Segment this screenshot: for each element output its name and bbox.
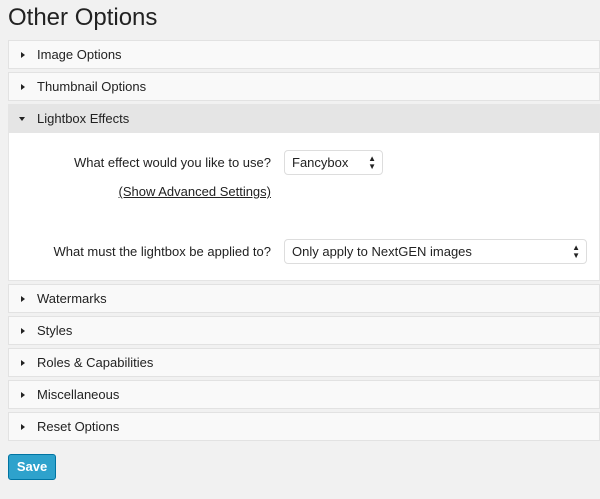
caret-right-icon bbox=[21, 52, 25, 58]
save-button[interactable]: Save bbox=[8, 454, 56, 480]
apply-select[interactable]: Only apply to NextGEN images ▲ ▼ bbox=[284, 239, 587, 264]
caret-right-icon bbox=[21, 84, 25, 90]
select-arrows-icon: ▲ ▼ bbox=[368, 154, 376, 171]
section-thumbnail-options[interactable]: Thumbnail Options bbox=[8, 72, 600, 101]
section-roles-capabilities[interactable]: Roles & Capabilities bbox=[8, 348, 600, 377]
caret-right-icon bbox=[21, 360, 25, 366]
select-arrows-icon: ▲ ▼ bbox=[572, 243, 580, 260]
section-label: Image Options bbox=[37, 47, 122, 62]
caret-right-icon bbox=[21, 424, 25, 430]
apply-select-value: Only apply to NextGEN images bbox=[292, 244, 472, 259]
apply-question-label: What must the lightbox be applied to? bbox=[53, 244, 271, 259]
effect-select[interactable]: Fancybox ▲ ▼ bbox=[284, 150, 383, 175]
section-label: Watermarks bbox=[37, 291, 107, 306]
caret-right-icon bbox=[21, 296, 25, 302]
section-label: Miscellaneous bbox=[37, 387, 120, 402]
section-styles[interactable]: Styles bbox=[8, 316, 600, 345]
section-lightbox-effects[interactable]: Lightbox Effects bbox=[8, 104, 600, 133]
section-watermarks[interactable]: Watermarks bbox=[8, 284, 600, 313]
section-label: Styles bbox=[37, 323, 73, 338]
caret-right-icon bbox=[21, 392, 25, 398]
caret-right-icon bbox=[21, 328, 25, 334]
section-label: Lightbox Effects bbox=[37, 111, 130, 126]
section-label: Roles & Capabilities bbox=[37, 355, 154, 370]
section-miscellaneous[interactable]: Miscellaneous bbox=[8, 380, 600, 409]
lightbox-effects-panel: What effect would you like to use? Fancy… bbox=[8, 133, 600, 281]
show-advanced-settings-link[interactable]: (Show Advanced Settings) bbox=[119, 184, 271, 199]
section-image-options[interactable]: Image Options bbox=[8, 40, 600, 69]
effect-question-label: What effect would you like to use? bbox=[73, 155, 271, 170]
effect-select-value: Fancybox bbox=[292, 155, 349, 170]
section-label: Reset Options bbox=[37, 419, 120, 434]
section-reset-options[interactable]: Reset Options bbox=[8, 412, 600, 441]
section-label: Thumbnail Options bbox=[37, 79, 147, 94]
caret-down-icon bbox=[19, 117, 25, 121]
page-title: Other Options bbox=[8, 4, 158, 31]
